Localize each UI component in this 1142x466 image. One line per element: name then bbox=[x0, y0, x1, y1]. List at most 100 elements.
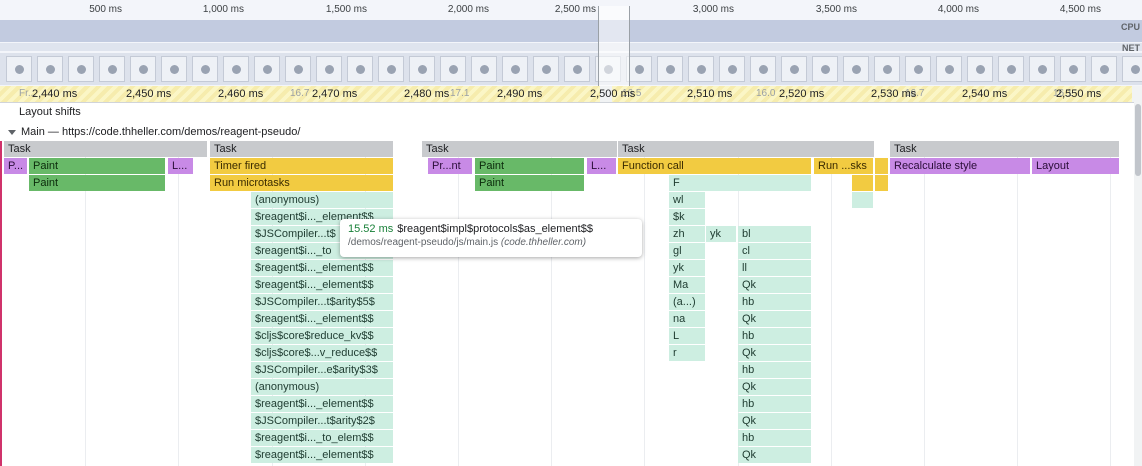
main-thread-flame-chart[interactable]: Task Task Task Task Task P... Paint L...… bbox=[0, 141, 1132, 466]
script-block[interactable] bbox=[875, 158, 889, 174]
screenshot-thumbnail[interactable] bbox=[719, 56, 745, 82]
screenshot-thumbnail[interactable] bbox=[1091, 56, 1117, 82]
js-call-block[interactable]: (anonymous) bbox=[251, 379, 394, 395]
js-call-block[interactable]: Qk bbox=[738, 379, 812, 395]
js-call-block[interactable]: na bbox=[669, 311, 706, 327]
screenshots-filmstrip[interactable] bbox=[0, 53, 1142, 85]
layout-shifts-track[interactable]: Layout shifts bbox=[0, 103, 1142, 121]
run-microtasks-block[interactable]: Run ...sks bbox=[814, 158, 874, 174]
js-call-block[interactable]: $k bbox=[669, 209, 706, 225]
screenshot-thumbnail[interactable] bbox=[192, 56, 218, 82]
js-call-block[interactable]: $JSCompiler...t$arity$2$ bbox=[251, 413, 394, 429]
task-block[interactable]: Task bbox=[4, 141, 208, 157]
screenshot-thumbnail[interactable] bbox=[409, 56, 435, 82]
paint-block[interactable]: Paint bbox=[29, 158, 166, 174]
screenshot-thumbnail[interactable] bbox=[502, 56, 528, 82]
script-block[interactable] bbox=[852, 175, 874, 191]
js-call-block[interactable]: $reagent$i..._element$$ bbox=[251, 447, 394, 463]
vertical-scrollbar[interactable] bbox=[1134, 100, 1142, 466]
screenshot-thumbnail[interactable] bbox=[1122, 56, 1142, 82]
js-call-block[interactable]: $reagent$i..._element$$ bbox=[251, 260, 394, 276]
js-call-block[interactable]: F bbox=[669, 175, 812, 191]
paint-block[interactable]: Paint bbox=[29, 175, 166, 191]
screenshot-thumbnail[interactable] bbox=[347, 56, 373, 82]
screenshot-thumbnail[interactable] bbox=[936, 56, 962, 82]
screenshot-thumbnail[interactable] bbox=[1060, 56, 1086, 82]
screenshot-thumbnail[interactable] bbox=[285, 56, 311, 82]
screenshot-thumbnail[interactable] bbox=[316, 56, 342, 82]
screenshot-thumbnail[interactable] bbox=[750, 56, 776, 82]
main-thread-track-header[interactable]: Main — https://code.thheller.com/demos/r… bbox=[0, 123, 1142, 141]
screenshot-thumbnail[interactable] bbox=[99, 56, 125, 82]
paint-block[interactable]: P... bbox=[4, 158, 28, 174]
js-call-block[interactable]: wl bbox=[669, 192, 706, 208]
screenshot-thumbnail[interactable] bbox=[967, 56, 993, 82]
js-call-block[interactable]: $reagent$i..._element$$ bbox=[251, 396, 394, 412]
js-call-block[interactable]: r bbox=[669, 345, 706, 361]
screenshot-thumbnail[interactable] bbox=[254, 56, 280, 82]
screenshot-thumbnail[interactable] bbox=[874, 56, 900, 82]
js-call-block[interactable]: Qk bbox=[738, 413, 812, 429]
screenshot-thumbnail[interactable] bbox=[843, 56, 869, 82]
js-call-block[interactable]: cl bbox=[738, 243, 812, 259]
layout-block[interactable]: Layout bbox=[1032, 158, 1120, 174]
task-block[interactable]: Task bbox=[210, 141, 394, 157]
screenshot-thumbnail[interactable] bbox=[1029, 56, 1055, 82]
screenshot-thumbnail[interactable] bbox=[998, 56, 1024, 82]
screenshot-thumbnail[interactable] bbox=[471, 56, 497, 82]
js-call-block[interactable] bbox=[852, 192, 874, 208]
screenshot-thumbnail[interactable] bbox=[161, 56, 187, 82]
screenshot-thumbnail[interactable] bbox=[6, 56, 32, 82]
layout-block[interactable]: L... bbox=[587, 158, 617, 174]
js-call-block[interactable]: $JSCompiler...e$arity$3$ bbox=[251, 362, 394, 378]
paint-block[interactable]: Paint bbox=[475, 158, 585, 174]
js-call-block[interactable]: $cljs$core$...v_reduce$$ bbox=[251, 345, 394, 361]
screenshot-thumbnail[interactable] bbox=[223, 56, 249, 82]
screenshot-thumbnail[interactable] bbox=[68, 56, 94, 82]
screenshot-thumbnail[interactable] bbox=[378, 56, 404, 82]
layout-block[interactable]: L... bbox=[168, 158, 194, 174]
js-call-block[interactable]: $JSCompiler...t$arity$5$ bbox=[251, 294, 394, 310]
js-call-block[interactable]: hb bbox=[738, 294, 812, 310]
js-call-block[interactable]: $cljs$core$reduce_kv$$ bbox=[251, 328, 394, 344]
paint-block[interactable]: Paint bbox=[475, 175, 585, 191]
js-call-block[interactable]: bl bbox=[738, 226, 812, 242]
screenshot-thumbnail[interactable] bbox=[130, 56, 156, 82]
js-call-block[interactable]: ll bbox=[738, 260, 812, 276]
js-call-block[interactable]: $reagent$i..._element$$ bbox=[251, 311, 394, 327]
js-call-block[interactable]: hb bbox=[738, 430, 812, 446]
js-call-block[interactable]: L bbox=[669, 328, 706, 344]
run-microtasks-block[interactable]: Run microtasks bbox=[210, 175, 394, 191]
js-call-block[interactable]: Ma bbox=[669, 277, 706, 293]
js-call-block[interactable]: Qk bbox=[738, 447, 812, 463]
js-call-block[interactable]: $reagent$i..._to_elem$$ bbox=[251, 430, 394, 446]
function-call-block[interactable]: Function call bbox=[618, 158, 812, 174]
screenshot-thumbnail[interactable] bbox=[37, 56, 63, 82]
js-call-block[interactable]: Qk bbox=[738, 277, 812, 293]
prepaint-block[interactable]: Pr...nt bbox=[428, 158, 473, 174]
js-call-block[interactable]: $reagent$i..._element$$ bbox=[251, 277, 394, 293]
js-call-block[interactable]: hb bbox=[738, 396, 812, 412]
timer-fired-block[interactable]: Timer fired bbox=[210, 158, 394, 174]
expand-triangle-icon[interactable] bbox=[8, 129, 16, 135]
js-call-block[interactable]: (anonymous) bbox=[251, 192, 394, 208]
js-call-block[interactable]: hb bbox=[738, 362, 812, 378]
scrollbar-thumb[interactable] bbox=[1135, 104, 1141, 176]
js-call-block[interactable]: Qk bbox=[738, 345, 812, 361]
js-call-block[interactable]: gl bbox=[669, 243, 706, 259]
screenshot-thumbnail[interactable] bbox=[905, 56, 931, 82]
screenshot-thumbnail[interactable] bbox=[812, 56, 838, 82]
task-block[interactable]: Task bbox=[422, 141, 618, 157]
screenshot-thumbnail[interactable] bbox=[564, 56, 590, 82]
js-call-block[interactable]: zh bbox=[669, 226, 706, 242]
screenshot-thumbnail[interactable] bbox=[533, 56, 559, 82]
screenshot-thumbnail[interactable] bbox=[688, 56, 714, 82]
js-call-block[interactable]: (a...) bbox=[669, 294, 706, 310]
timeline-overview[interactable]: CPU NET 500 ms 1,000 ms 1,500 ms 2,000 m… bbox=[0, 0, 1142, 86]
script-block[interactable] bbox=[875, 175, 889, 191]
js-call-block[interactable]: yk bbox=[669, 260, 706, 276]
screenshot-thumbnail[interactable] bbox=[781, 56, 807, 82]
recalculate-style-block[interactable]: Recalculate style bbox=[890, 158, 1031, 174]
js-call-block[interactable]: yk bbox=[706, 226, 737, 242]
js-call-block[interactable]: Qk bbox=[738, 311, 812, 327]
